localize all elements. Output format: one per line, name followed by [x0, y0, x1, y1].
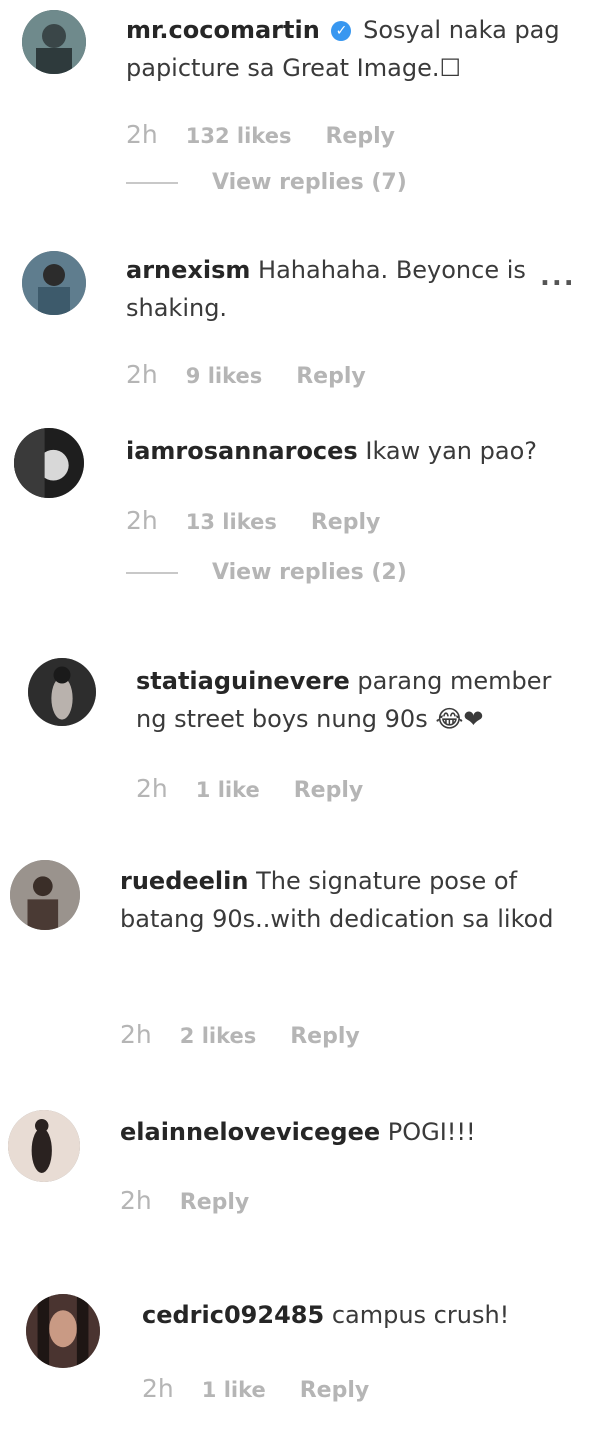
comment-time: 2h	[142, 1374, 174, 1403]
view-replies-label: View replies (7)	[212, 170, 407, 195]
comment-meta: 2h 13 likes Reply	[126, 506, 380, 535]
view-replies-label: View replies (2)	[212, 560, 407, 585]
avatar[interactable]	[22, 251, 86, 315]
avatar-image	[26, 1294, 100, 1368]
reply-button[interactable]: Reply	[180, 1190, 250, 1215]
comment-text-block: statiaguinevere parang member ng street …	[136, 662, 586, 738]
likes-count[interactable]: 9 likes	[186, 364, 262, 388]
comment-meta: 2h Reply	[120, 1186, 249, 1215]
view-replies-button[interactable]: View replies (2)	[126, 560, 407, 585]
likes-count[interactable]: 1 like	[202, 1378, 266, 1402]
avatar-image	[22, 251, 86, 315]
comment-time: 2h	[136, 774, 168, 803]
reply-button[interactable]: Reply	[325, 124, 395, 149]
likes-count[interactable]: 2 likes	[180, 1024, 256, 1048]
likes-count[interactable]: 132 likes	[186, 124, 292, 148]
comment-text-block: arnexism Hahahaha. Beyonce is shaking.	[126, 251, 541, 327]
likes-count[interactable]: 1 like	[196, 778, 260, 802]
username[interactable]: iamrosannaroces	[126, 437, 358, 465]
comment-text: POGI!!!	[387, 1118, 476, 1146]
avatar-image	[28, 658, 96, 726]
reply-button[interactable]: Reply	[311, 510, 381, 535]
avatar-image	[22, 10, 86, 74]
verified-badge-icon: ✓	[331, 21, 352, 41]
avatar[interactable]	[10, 860, 80, 930]
comment-meta: 2h 1 like Reply	[142, 1374, 369, 1403]
reply-button[interactable]: Reply	[290, 1024, 360, 1049]
replies-divider	[126, 182, 178, 184]
username[interactable]: ruedeelin	[120, 867, 248, 895]
comment-text-block: elainnelovevicegee POGI!!!	[120, 1113, 540, 1151]
avatar[interactable]	[26, 1294, 100, 1368]
comment-text: Ikaw yan pao?	[365, 437, 537, 465]
username[interactable]: mr.cocomartin	[126, 16, 320, 44]
reply-button[interactable]: Reply	[300, 1378, 370, 1403]
comment-meta: 2h 2 likes Reply	[120, 1020, 360, 1049]
avatar-image	[8, 1110, 80, 1182]
comment-time: 2h	[120, 1020, 152, 1049]
comment-meta: 2h 1 like Reply	[136, 774, 363, 803]
comment-meta: 2h 132 likes Reply	[126, 120, 395, 149]
comment-time: 2h	[120, 1186, 152, 1215]
comment-meta: 2h 9 likes Reply	[126, 360, 366, 389]
comment-text-block: ruedeelin The signature pose of batang 9…	[120, 862, 580, 938]
comment-time: 2h	[126, 360, 158, 389]
comment-text-block: cedric092485 campus crush!	[142, 1296, 562, 1334]
more-options-button[interactable]: ...	[540, 262, 576, 292]
comment-text-block: iamrosannaroces Ikaw yan pao?	[126, 432, 546, 470]
reply-button[interactable]: Reply	[294, 778, 364, 803]
username[interactable]: elainnelovevicegee	[120, 1118, 380, 1146]
avatar-image	[10, 860, 80, 930]
reply-button[interactable]: Reply	[296, 364, 366, 389]
avatar[interactable]	[28, 658, 96, 726]
username[interactable]: arnexism	[126, 256, 250, 284]
comment-time: 2h	[126, 506, 158, 535]
avatar-image	[14, 428, 84, 498]
comment-text-block: mr.cocomartin ✓ Sosyal naka pag papictur…	[126, 11, 566, 87]
username[interactable]: cedric092485	[142, 1301, 324, 1329]
avatar[interactable]	[14, 428, 84, 498]
avatar[interactable]	[8, 1110, 80, 1182]
view-replies-button[interactable]: View replies (7)	[126, 170, 407, 195]
avatar[interactable]	[22, 10, 86, 74]
username[interactable]: statiaguinevere	[136, 667, 350, 695]
comment-time: 2h	[126, 120, 158, 149]
comment-text: campus crush!	[331, 1301, 510, 1329]
likes-count[interactable]: 13 likes	[186, 510, 277, 534]
replies-divider	[126, 572, 178, 574]
